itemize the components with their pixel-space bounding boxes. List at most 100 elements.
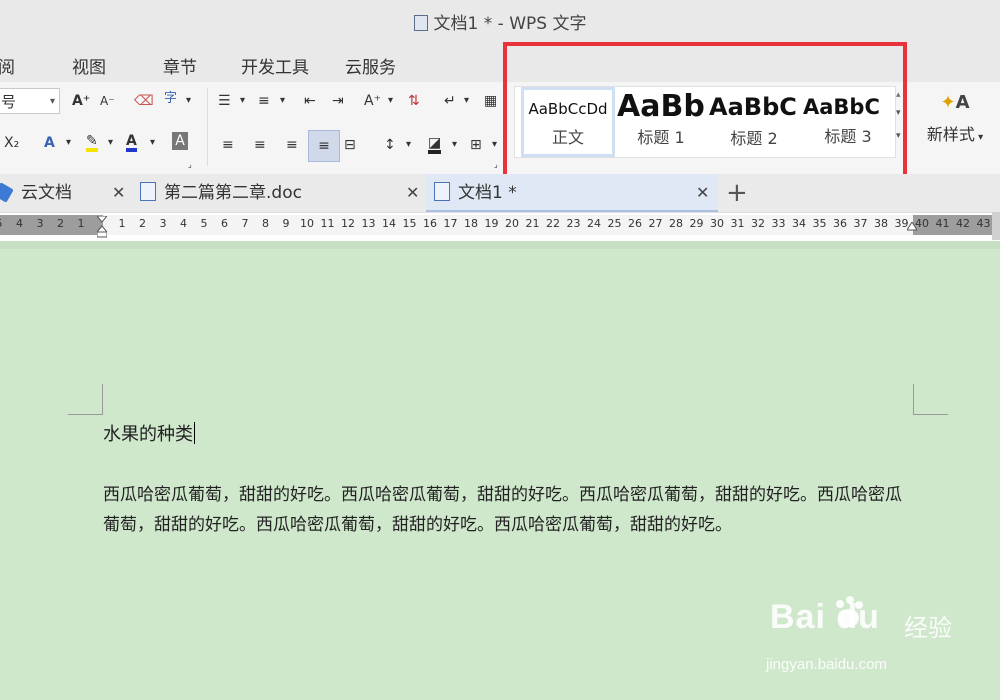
font-color-button[interactable]: A (126, 130, 137, 152)
ruler-number: 15 (402, 217, 417, 230)
chevron-down-icon[interactable]: ▾ (464, 90, 469, 114)
close-icon[interactable]: ✕ (406, 174, 419, 212)
ruler-number: 28 (669, 217, 683, 230)
paragraph-shading-icon[interactable]: ◪ (428, 132, 442, 154)
character-shading-button[interactable]: A (172, 132, 188, 150)
menu-review[interactable]: 阅 (0, 53, 15, 78)
ruler-number: 23 (566, 217, 581, 230)
close-icon[interactable]: ✕ (112, 174, 125, 212)
subscript-button[interactable]: X₂ (4, 132, 19, 156)
numbered-list-icon[interactable]: ≡ (258, 90, 270, 114)
chevron-down-icon[interactable]: ▾ (388, 90, 393, 114)
ruler-number: 1 (118, 217, 126, 230)
ruler-scroll-edge (992, 212, 1000, 240)
tab-document-active[interactable]: 文档1 * ✕ (426, 174, 718, 212)
ruler-number: 17 (443, 217, 458, 230)
align-center-icon[interactable]: ≡ (254, 134, 266, 158)
ruler-number: 40 (915, 217, 929, 230)
table-icon[interactable]: ▦ (484, 90, 497, 114)
align-left-icon[interactable]: ≡ (222, 134, 234, 158)
menu-section[interactable]: 章节 (163, 53, 197, 78)
right-indent-marker-icon[interactable] (907, 222, 917, 234)
document-paragraph[interactable]: 西瓜哈密瓜葡萄，甜甜的好吃。西瓜哈密瓜葡萄，甜甜的好吃。西瓜哈密瓜葡萄，甜甜的好… (103, 480, 915, 540)
ruler-number: 5 (0, 217, 3, 230)
toolbar-divider (207, 88, 208, 166)
ruler-number: 33 (771, 217, 786, 230)
highlight-annotation (503, 42, 907, 180)
ruler-number: 36 (833, 217, 847, 230)
menu-developer-tools[interactable]: 开发工具 (241, 53, 309, 78)
ruler-number: 20 (505, 217, 519, 230)
grow-font-button[interactable]: A⁺ (72, 90, 90, 114)
horizontal-ruler[interactable]: 6543211234567891011121314151617181920212… (0, 212, 1000, 242)
font-size-select[interactable]: 号 ▾ (0, 88, 60, 114)
chevron-down-icon[interactable]: ▾ (186, 90, 191, 114)
ruler-number: 37 (853, 217, 868, 230)
chevron-down-icon[interactable]: ▾ (406, 134, 411, 158)
ruler-numbers: 6543211234567891011121314151617181920212… (0, 217, 1000, 233)
align-right-icon[interactable]: ≡ (286, 134, 298, 158)
word-doc-icon (434, 182, 450, 201)
chevron-down-icon[interactable]: ▾ (240, 90, 245, 114)
new-tab-button[interactable]: + (726, 174, 748, 212)
phonetic-guide-button[interactable]: 字 (164, 88, 177, 112)
new-style-label: 新样式 ▾ (926, 125, 984, 144)
distributed-align-icon[interactable]: ⊟ (344, 134, 356, 158)
ruler-number: 29 (689, 217, 704, 230)
bullet-list-icon[interactable]: ☰ (218, 90, 231, 114)
ruler-number: 5 (200, 217, 208, 230)
line-break-icon[interactable]: ↵ (444, 90, 456, 114)
chevron-down-icon[interactable]: ▾ (280, 90, 285, 114)
ruler-number: 19 (484, 217, 499, 230)
shrink-font-button[interactable]: A⁻ (100, 90, 115, 114)
increase-indent-icon[interactable]: ⇥ (332, 90, 344, 114)
chevron-down-icon[interactable]: ▾ (108, 132, 113, 156)
ruler-number: 31 (730, 217, 745, 230)
ruler-number: 11 (320, 217, 335, 230)
document-icon (413, 15, 428, 31)
chevron-down-icon[interactable]: ▾ (452, 134, 457, 158)
ruler-number: 41 (935, 217, 950, 230)
close-icon[interactable]: ✕ (696, 174, 709, 212)
document-heading[interactable]: 水果的种类 (103, 420, 195, 446)
ruler-number: 43 (976, 217, 991, 230)
indent-marker-icon[interactable] (97, 216, 107, 238)
ruler-number: 30 (710, 217, 724, 230)
document-tab-bar: 云文档 ✕ 第二篇第二章.doc ✕ 文档1 * ✕ + (0, 174, 1000, 212)
tab-cloud-docs[interactable]: 云文档 ✕ (0, 174, 130, 212)
ruler-number: 3 (36, 217, 44, 230)
line-spacing-icon[interactable]: ↕ (384, 134, 396, 158)
margin-corner-mark (68, 384, 103, 415)
sort-icon[interactable]: ⇅ (408, 90, 420, 114)
tab-document[interactable]: 第二篇第二章.doc ✕ (140, 174, 424, 212)
watermark-brand: 经验 (904, 614, 952, 642)
decrease-indent-icon[interactable]: ⇤ (304, 90, 316, 114)
justify-icon[interactable]: ≡ (308, 130, 340, 162)
font-size-cycle-icon[interactable]: A⁺ (364, 90, 381, 114)
window-title: 文档1 * - WPS 文字 (0, 9, 1000, 34)
ruler-number: 25 (607, 217, 622, 230)
ruler-number: 4 (16, 217, 23, 230)
word-doc-icon (140, 182, 156, 201)
margin-corner-mark (913, 384, 948, 415)
baidu-jingyan-watermark: Bai du 经验 jingyan.baidu.com (760, 594, 960, 684)
text-effects-button[interactable]: A (44, 132, 55, 156)
ruler-number: 6 (221, 217, 228, 230)
ruler-number: 2 (57, 217, 64, 230)
menu-view[interactable]: 视图 (72, 53, 106, 78)
clear-format-icon[interactable]: ⌫ (134, 90, 154, 114)
new-style-button[interactable]: ✦A 新样式 ▾ (920, 92, 990, 145)
chevron-down-icon[interactable]: ▾ (150, 132, 155, 156)
ruler-number: 35 (812, 217, 827, 230)
menu-cloud-service[interactable]: 云服务 (345, 53, 396, 78)
highlight-color-icon[interactable]: ✎ (86, 130, 98, 152)
ruler-number: 42 (956, 217, 970, 230)
ruler-number: 10 (300, 217, 314, 230)
ruler-number: 32 (751, 217, 765, 230)
ruler-number: 12 (341, 217, 355, 230)
ruler-number: 9 (282, 217, 290, 230)
chevron-down-icon[interactable]: ▾ (66, 132, 71, 156)
borders-icon[interactable]: ⊞ (470, 134, 482, 158)
ruler-number: 21 (525, 217, 540, 230)
ruler-number: 16 (423, 217, 437, 230)
